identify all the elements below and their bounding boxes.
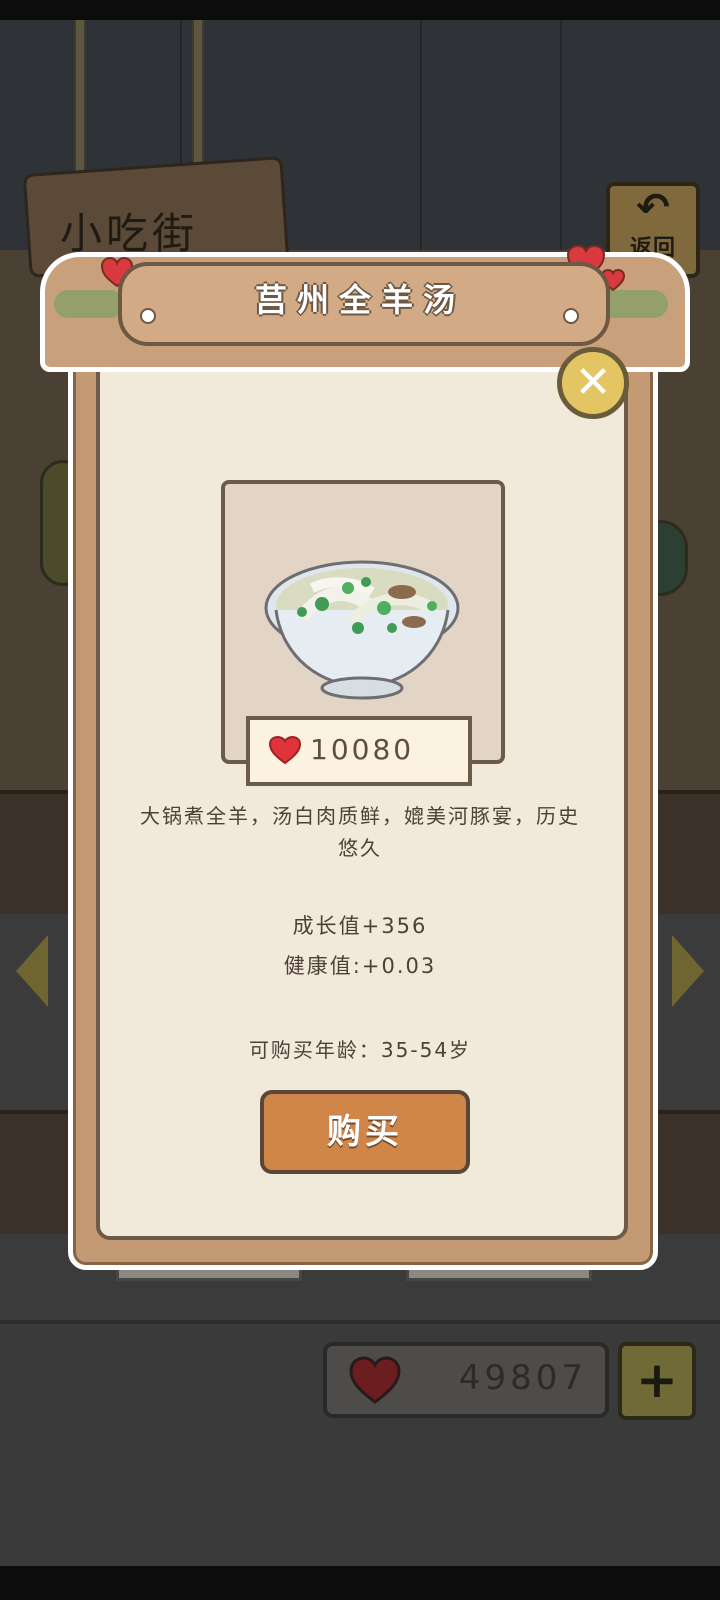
heart-icon <box>268 735 302 765</box>
buy-button[interactable]: 购买 <box>260 1090 470 1174</box>
food-description: 大锅煮全羊，汤白肉质鲜，媲美河豚宴，历史悠久 <box>140 804 580 860</box>
rope <box>74 20 86 195</box>
lamb-soup-bowl-icon <box>264 560 460 700</box>
heart-icon <box>349 1356 401 1404</box>
grass-decoration <box>54 290 124 318</box>
health-value: 健康值:+0.03 <box>283 954 437 978</box>
price-value: 10080 <box>310 733 415 766</box>
chevron-right-icon[interactable] <box>672 935 704 1007</box>
age-range: 可购买年龄：35-54岁 <box>248 1038 472 1062</box>
close-button[interactable]: ✕ <box>557 347 629 419</box>
modal-title: 莒州全羊汤 <box>254 281 465 319</box>
close-icon: ✕ <box>574 357 612 408</box>
heart-balance: 49807 <box>323 1342 609 1418</box>
add-hearts-button[interactable]: + <box>618 1342 696 1420</box>
status-bar <box>0 0 720 20</box>
back-arrow-icon: ↶ <box>636 185 670 231</box>
growth-value: 成长值+356 <box>292 914 428 938</box>
chevron-left-icon[interactable] <box>16 935 48 1007</box>
heart-balance-value: 49807 <box>458 1358 587 1398</box>
navigation-bar <box>0 1566 720 1600</box>
